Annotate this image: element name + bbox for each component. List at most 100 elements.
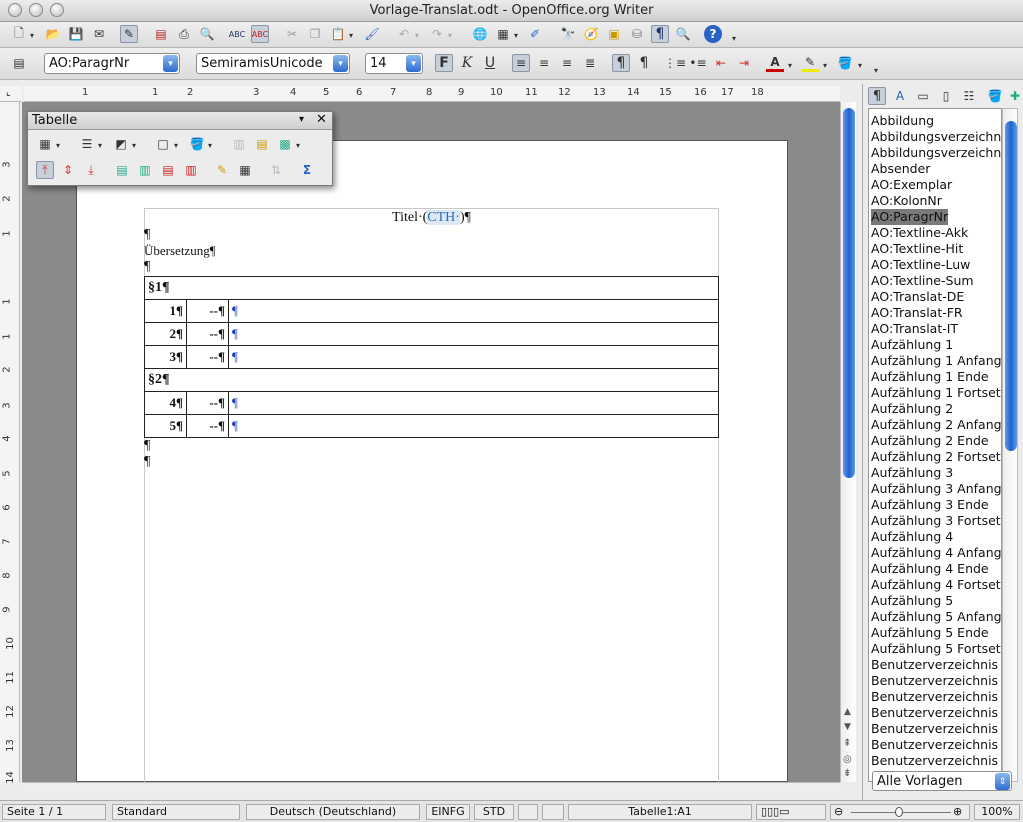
style-list-item[interactable]: Aufzählung 4: [871, 529, 953, 545]
undo-icon[interactable]: ↶: [395, 25, 413, 43]
chevron-down-icon[interactable]: ▾: [132, 141, 136, 150]
text-direction-rtl-icon[interactable]: ¶: [635, 54, 653, 72]
highlighting-icon[interactable]: ✎: [801, 54, 819, 72]
new-document-icon[interactable]: 🗋: [10, 25, 28, 43]
background-color-icon[interactable]: 🪣: [836, 54, 854, 72]
data-sources-icon[interactable]: ⛁: [628, 25, 646, 43]
align-right-icon[interactable]: ≡: [558, 54, 576, 72]
style-list-item[interactable]: Abbildungsverzeichnis: [871, 145, 1001, 161]
frame-styles-icon[interactable]: ▭: [914, 87, 932, 105]
row-text-cell[interactable]: ¶: [228, 345, 719, 369]
chevron-down-icon[interactable]: ▾: [30, 31, 34, 40]
zoom-slider-handle[interactable]: [895, 807, 903, 817]
chevron-down-icon[interactable]: ▾: [406, 55, 421, 72]
document-horizontal-scrollbar[interactable]: [22, 782, 840, 798]
numbering-icon[interactable]: ⋮≡: [664, 54, 686, 72]
delete-columns-icon[interactable]: ▥: [182, 161, 200, 179]
empty-paragraph[interactable]: ¶: [144, 227, 150, 243]
style-list-scrollbar[interactable]: [1002, 108, 1018, 782]
cell-background-icon[interactable]: 🪣: [188, 135, 206, 153]
section-heading[interactable]: §2¶: [144, 368, 719, 392]
style-list-item[interactable]: Aufzählung 4 Fortsetzung: [871, 577, 1001, 593]
align-bottom-icon[interactable]: ⤓: [82, 161, 100, 179]
spellcheck-icon[interactable]: ABC: [228, 25, 246, 43]
find-replace-icon[interactable]: 🔭: [559, 25, 577, 43]
chevron-down-icon[interactable]: ▾: [299, 114, 304, 125]
style-list-item[interactable]: Benutzerverzeichnis: [871, 753, 998, 769]
save-icon[interactable]: 💾: [67, 25, 85, 43]
row-dash-cell[interactable]: --¶: [186, 414, 229, 438]
document-vertical-scrollbar[interactable]: ▲ ▼ ⇞ ◎ ⇟: [840, 102, 856, 782]
zoom-slider[interactable]: ⊖ ⊕: [830, 804, 970, 820]
chevron-updown-icon[interactable]: ⇕: [995, 773, 1010, 790]
document-title[interactable]: Titel·(CTH·)¶: [144, 210, 719, 226]
autospellcheck-icon[interactable]: ABC: [251, 25, 269, 43]
navigator-icon[interactable]: 🧭: [582, 25, 600, 43]
zoom-icon[interactable]: 🔍: [674, 25, 692, 43]
zoom-out-icon[interactable]: ⊖: [834, 805, 843, 819]
row-text-cell[interactable]: ¶: [228, 299, 719, 323]
stylist-toggle-icon[interactable]: ▤: [10, 54, 28, 72]
split-cells-icon[interactable]: ▤: [253, 135, 271, 153]
paste-icon[interactable]: 📋: [329, 25, 347, 43]
print-icon[interactable]: ⎙: [175, 25, 193, 43]
style-list[interactable]: Abbildung Abbildungsverzeichnis Abbildungs…: [868, 108, 1002, 782]
paragraph-styles-icon[interactable]: ¶: [868, 87, 886, 105]
row-dash-cell[interactable]: --¶: [186, 345, 229, 369]
style-list-item[interactable]: Benutzerverzeichnis: [871, 657, 998, 673]
style-list-item[interactable]: Benutzerverzeichnis: [871, 673, 998, 689]
page-styles-icon[interactable]: ▯: [937, 87, 955, 105]
page-style-indicator[interactable]: Standard: [112, 804, 240, 820]
insert-mode-indicator[interactable]: EINFG: [426, 804, 470, 820]
chevron-down-icon[interactable]: ▾: [788, 61, 792, 70]
style-list-item[interactable]: Aufzählung 5: [871, 593, 953, 609]
style-list-item[interactable]: Aufzählung 3: [871, 465, 953, 481]
border-color-icon[interactable]: ◩: [112, 135, 130, 153]
two-pages-icon[interactable]: ▯▯: [767, 805, 779, 818]
paragraph-style-combo[interactable]: AO:ParagrNr ▾: [44, 53, 180, 74]
font-color-icon[interactable]: A: [766, 54, 784, 72]
scrollbar-thumb[interactable]: [1005, 121, 1017, 451]
row-text-cell[interactable]: ¶: [228, 414, 719, 438]
row-number-cell[interactable]: 1¶: [144, 299, 187, 323]
previous-page-icon[interactable]: ⇞: [843, 738, 851, 749]
justify-icon[interactable]: ≣: [581, 54, 599, 72]
chevron-down-icon[interactable]: ▾: [56, 141, 60, 150]
chevron-down-icon[interactable]: ▾: [448, 31, 452, 40]
empty-paragraph[interactable]: ¶: [144, 438, 150, 454]
book-mode-icon[interactable]: ▭: [779, 805, 789, 818]
style-list-item[interactable]: Aufzählung 3 Anfang: [871, 481, 1001, 497]
style-list-item[interactable]: Aufzählung 1 Anfang: [871, 353, 1001, 369]
table-row[interactable]: 2¶ --¶ ¶: [144, 322, 719, 346]
tab-stop-selector[interactable]: ⌞: [0, 86, 22, 102]
next-page-icon[interactable]: ⇟: [843, 768, 851, 779]
translation-table[interactable]: §1¶ 1¶ --¶ ¶ 2¶ --¶ ¶ 3¶ --¶ ¶ §2¶ 4¶ --¶ ¶ 5¶ --…: [144, 276, 719, 438]
formatting-marks-icon[interactable]: ¶: [651, 25, 669, 43]
style-list-item[interactable]: Aufzählung 2 Fortsetzung: [871, 449, 1001, 465]
optimize-icon[interactable]: ▩: [276, 135, 294, 153]
borders-icon[interactable]: ▦: [36, 135, 54, 153]
style-list-item[interactable]: Aufzählung 2 Ende: [871, 433, 989, 449]
zoom-in-icon[interactable]: ⊕: [953, 805, 962, 819]
format-paintbrush-icon[interactable]: 🖌: [363, 25, 381, 43]
scroll-down-icon[interactable]: ▼: [844, 722, 851, 732]
style-list-item[interactable]: Aufzählung 2 Anfang: [871, 417, 1001, 433]
style-filter-combo[interactable]: Alle Vorlagen ⇕: [872, 771, 1012, 791]
row-text-cell[interactable]: ¶: [228, 391, 719, 415]
font-name-combo[interactable]: SemiramisUnicode ▾: [196, 53, 350, 74]
open-folder-icon[interactable]: 📂: [44, 25, 62, 43]
table-row[interactable]: 1¶ --¶ ¶: [144, 299, 719, 323]
table-properties-icon[interactable]: ▦: [236, 161, 254, 179]
style-list-item[interactable]: AO:Textline-Luw: [871, 257, 970, 273]
bullets-icon[interactable]: •≡: [689, 54, 707, 72]
chevron-down-icon[interactable]: ▾: [349, 31, 353, 40]
row-dash-cell[interactable]: --¶: [186, 299, 229, 323]
style-list-item[interactable]: Benutzerverzeichnis: [871, 705, 998, 721]
style-list-item[interactable]: Aufzählung 5 Fortsetzung: [871, 641, 1001, 657]
chevron-down-icon[interactable]: ▾: [98, 141, 102, 150]
style-list-item[interactable]: AO:ParagrNr: [871, 209, 949, 225]
fill-format-mode-icon[interactable]: 🪣: [986, 87, 1004, 105]
empty-paragraph[interactable]: ¶: [144, 454, 150, 470]
language-indicator[interactable]: Deutsch (Deutschland): [246, 804, 420, 820]
insert-columns-icon[interactable]: ▥: [136, 161, 154, 179]
